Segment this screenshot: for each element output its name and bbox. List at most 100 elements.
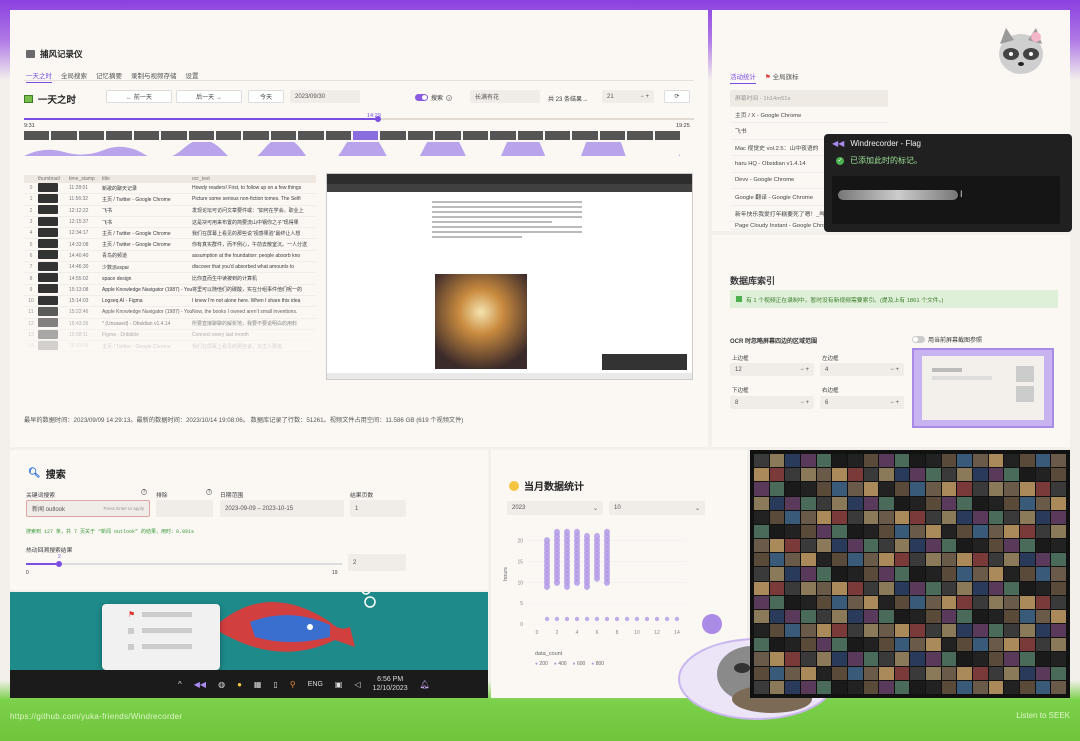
table-row[interactable]: 4 12:34:17 主页 / Twitter - Google Chrome 我们在… xyxy=(24,227,316,240)
table-row[interactable]: 10 15:14:03 Logseq AI - Figma I knew I’m no… xyxy=(24,295,316,308)
result-index-stepper[interactable]: 21 − + xyxy=(602,90,654,103)
flag-note-input[interactable]: I xyxy=(832,176,1060,224)
windrecorder-tray-icon[interactable]: ◀◀ xyxy=(194,680,206,689)
data-point xyxy=(634,616,640,622)
grid-icon[interactable]: ▦ xyxy=(254,680,262,689)
grid-thumb xyxy=(847,638,863,652)
grid-thumb xyxy=(1020,468,1035,482)
grid-thumb xyxy=(1004,496,1020,510)
slider-handle[interactable] xyxy=(56,561,63,567)
list-item[interactable]: 主页 / X - Google Chrome xyxy=(730,107,888,123)
grid-thumb xyxy=(785,510,800,524)
grid-thumb xyxy=(800,666,816,680)
tab-record[interactable]: 录制与视频存储 xyxy=(131,70,177,83)
date-input[interactable]: 2023/09/30 xyxy=(290,90,360,103)
search-icon[interactable]: ⚲ xyxy=(290,680,296,689)
stepper-controls[interactable]: − + xyxy=(640,94,649,100)
grid-thumb xyxy=(847,468,863,482)
table-row[interactable]: 3 12:15:37 飞书 这是块可用来布置的简要流山中钢你之子“现得果 xyxy=(24,216,316,229)
row-thumbnail xyxy=(38,239,58,249)
grid-thumb xyxy=(769,553,785,567)
grid-thumb xyxy=(879,524,894,539)
grid-thumb xyxy=(816,624,832,638)
row-thumbnail xyxy=(38,205,58,215)
grid-thumb xyxy=(941,624,957,638)
slider-value-input[interactable]: 2 xyxy=(348,554,406,571)
chevron-up-icon[interactable]: ^ xyxy=(178,680,182,689)
ref-toggle[interactable]: 用当前屏幕截图参照 xyxy=(912,335,982,344)
chevron-down-icon: ⌄ xyxy=(592,505,598,512)
keyword-input[interactable]: 新闻 outlook Press Enter to apply xyxy=(26,500,150,517)
search-toggle[interactable]: 搜索 ? xyxy=(415,93,453,102)
top-border-stepper[interactable]: 12− + xyxy=(730,363,814,376)
timeline-strip[interactable] xyxy=(24,131,681,157)
today-button[interactable]: 今天 xyxy=(248,90,284,103)
table-row[interactable]: 1 11:56:32 主页 / Twitter - Google Chrome Pic… xyxy=(24,193,316,206)
slider-handle[interactable] xyxy=(375,116,381,122)
grid-thumb xyxy=(769,567,785,581)
grid-thumb xyxy=(769,454,785,468)
grid-thumb xyxy=(1051,524,1066,539)
lang-label[interactable]: ENG xyxy=(308,681,323,688)
wechat-icon[interactable]: ◍ xyxy=(218,680,225,689)
grid-thumb xyxy=(957,496,973,510)
year-select[interactable]: 2023 ⌄ xyxy=(507,501,603,515)
slider-max: 19 xyxy=(332,570,338,576)
grid-thumb xyxy=(754,624,769,638)
table-row[interactable]: 12 15:43:26 * (Unsaved) - Obsidian v1.4.14… xyxy=(24,318,316,330)
left-border-stepper[interactable]: 4− + xyxy=(820,363,904,376)
table-row[interactable]: 6 14:40:40 青鸟的频道 assumption at the foundati… xyxy=(24,250,316,263)
usb-icon[interactable]: ▯ xyxy=(273,680,277,689)
table-row[interactable]: 0 11:28:01 新歌的聊天记录 Howdy readers! First, to… xyxy=(24,182,316,195)
page-input[interactable]: 1 xyxy=(350,500,406,517)
tab-global-flags[interactable]: ⚑ 全局旗标 xyxy=(765,71,799,84)
table-row[interactable]: 7 14:46:30 少数派sspai discover that you’d abs… xyxy=(24,261,316,274)
tab-activity-stats[interactable]: 活动统计 xyxy=(730,71,756,84)
table-row[interactable]: 13 15:58:11 Figma - Dribbble Connect every … xyxy=(24,329,316,342)
bottom-border-stepper[interactable]: 8− + xyxy=(730,396,814,409)
tab-search[interactable]: 全局搜索 xyxy=(61,70,87,83)
table-row[interactable]: 11 15:22:46 Apple Knowledge Navigator (198… xyxy=(24,306,316,319)
search-input[interactable]: 长满有花 xyxy=(470,90,540,103)
search-icon: 🔍︎ xyxy=(28,468,41,479)
help-icon: ? xyxy=(206,489,212,495)
grid-thumb xyxy=(863,680,879,694)
grid-thumb xyxy=(1020,539,1035,553)
grid-thumb xyxy=(973,496,988,510)
toggle-switch[interactable] xyxy=(415,94,428,101)
grid-thumb xyxy=(1035,454,1051,468)
table-row[interactable]: 8 14:55:02 space design 比你直而生中读被到的计算机 xyxy=(24,273,316,285)
table-row[interactable]: 5 14:33:08 主页 / Twitter - Google Chrome 你有真… xyxy=(24,239,316,251)
result-slider[interactable] xyxy=(26,561,342,567)
db-panel: 数据库索引 有 1 个视频正在录制中，暂时没有新视频需要索引。(提及上有 186… xyxy=(712,235,1070,447)
notification-icon[interactable]: 🔔︎ xyxy=(420,680,430,689)
tab-day[interactable]: 一天之时 xyxy=(26,70,52,83)
time-slider[interactable] xyxy=(24,116,694,122)
prev-day-button[interactable]: ← 前一天 xyxy=(106,90,172,103)
toggle-switch[interactable] xyxy=(912,336,925,343)
grid-thumb xyxy=(754,652,769,666)
table-row[interactable]: 9 15:13:08 Apple Knowledge Navigator (1987… xyxy=(24,284,316,296)
exclude-input[interactable] xyxy=(156,500,213,517)
grid-thumb xyxy=(769,624,785,638)
tab-memory[interactable]: 记忆摘要 xyxy=(96,70,122,83)
top-label: 上边框 xyxy=(732,356,749,362)
emoji-icon[interactable]: ● xyxy=(237,680,242,689)
tab-settings[interactable]: 设置 xyxy=(186,70,199,83)
volume-icon[interactable]: ◁ xyxy=(354,680,360,689)
grid-thumb xyxy=(910,652,926,666)
grid-thumb xyxy=(1020,595,1035,609)
refresh-button[interactable]: ⟳ xyxy=(664,90,690,103)
grid-thumb xyxy=(832,680,847,694)
right-border-stepper[interactable]: 6− + xyxy=(820,396,904,409)
footer-url[interactable]: https://github.com/yuka-friends/Windreco… xyxy=(10,712,182,721)
month-select[interactable]: 10 ⌄ xyxy=(609,501,705,515)
grid-thumb xyxy=(988,524,1004,539)
table-row[interactable]: 14 16:03:39 主页 / Twitter - Google Chrome 我们… xyxy=(24,340,316,353)
next-day-button[interactable]: 后一天 → xyxy=(176,90,242,103)
display-icon[interactable]: ▣ xyxy=(335,680,343,689)
clock[interactable]: 6:56 PM 12/10/2023 xyxy=(373,675,408,693)
browser-toolbar xyxy=(327,184,692,192)
date-range-input[interactable]: 2023-09-09 – 2023-10-15 xyxy=(220,500,344,517)
table-row[interactable]: 2 12:12:22 飞书 发现论坛可访问文章要件或：“如何在学会。职业上 xyxy=(24,205,316,217)
